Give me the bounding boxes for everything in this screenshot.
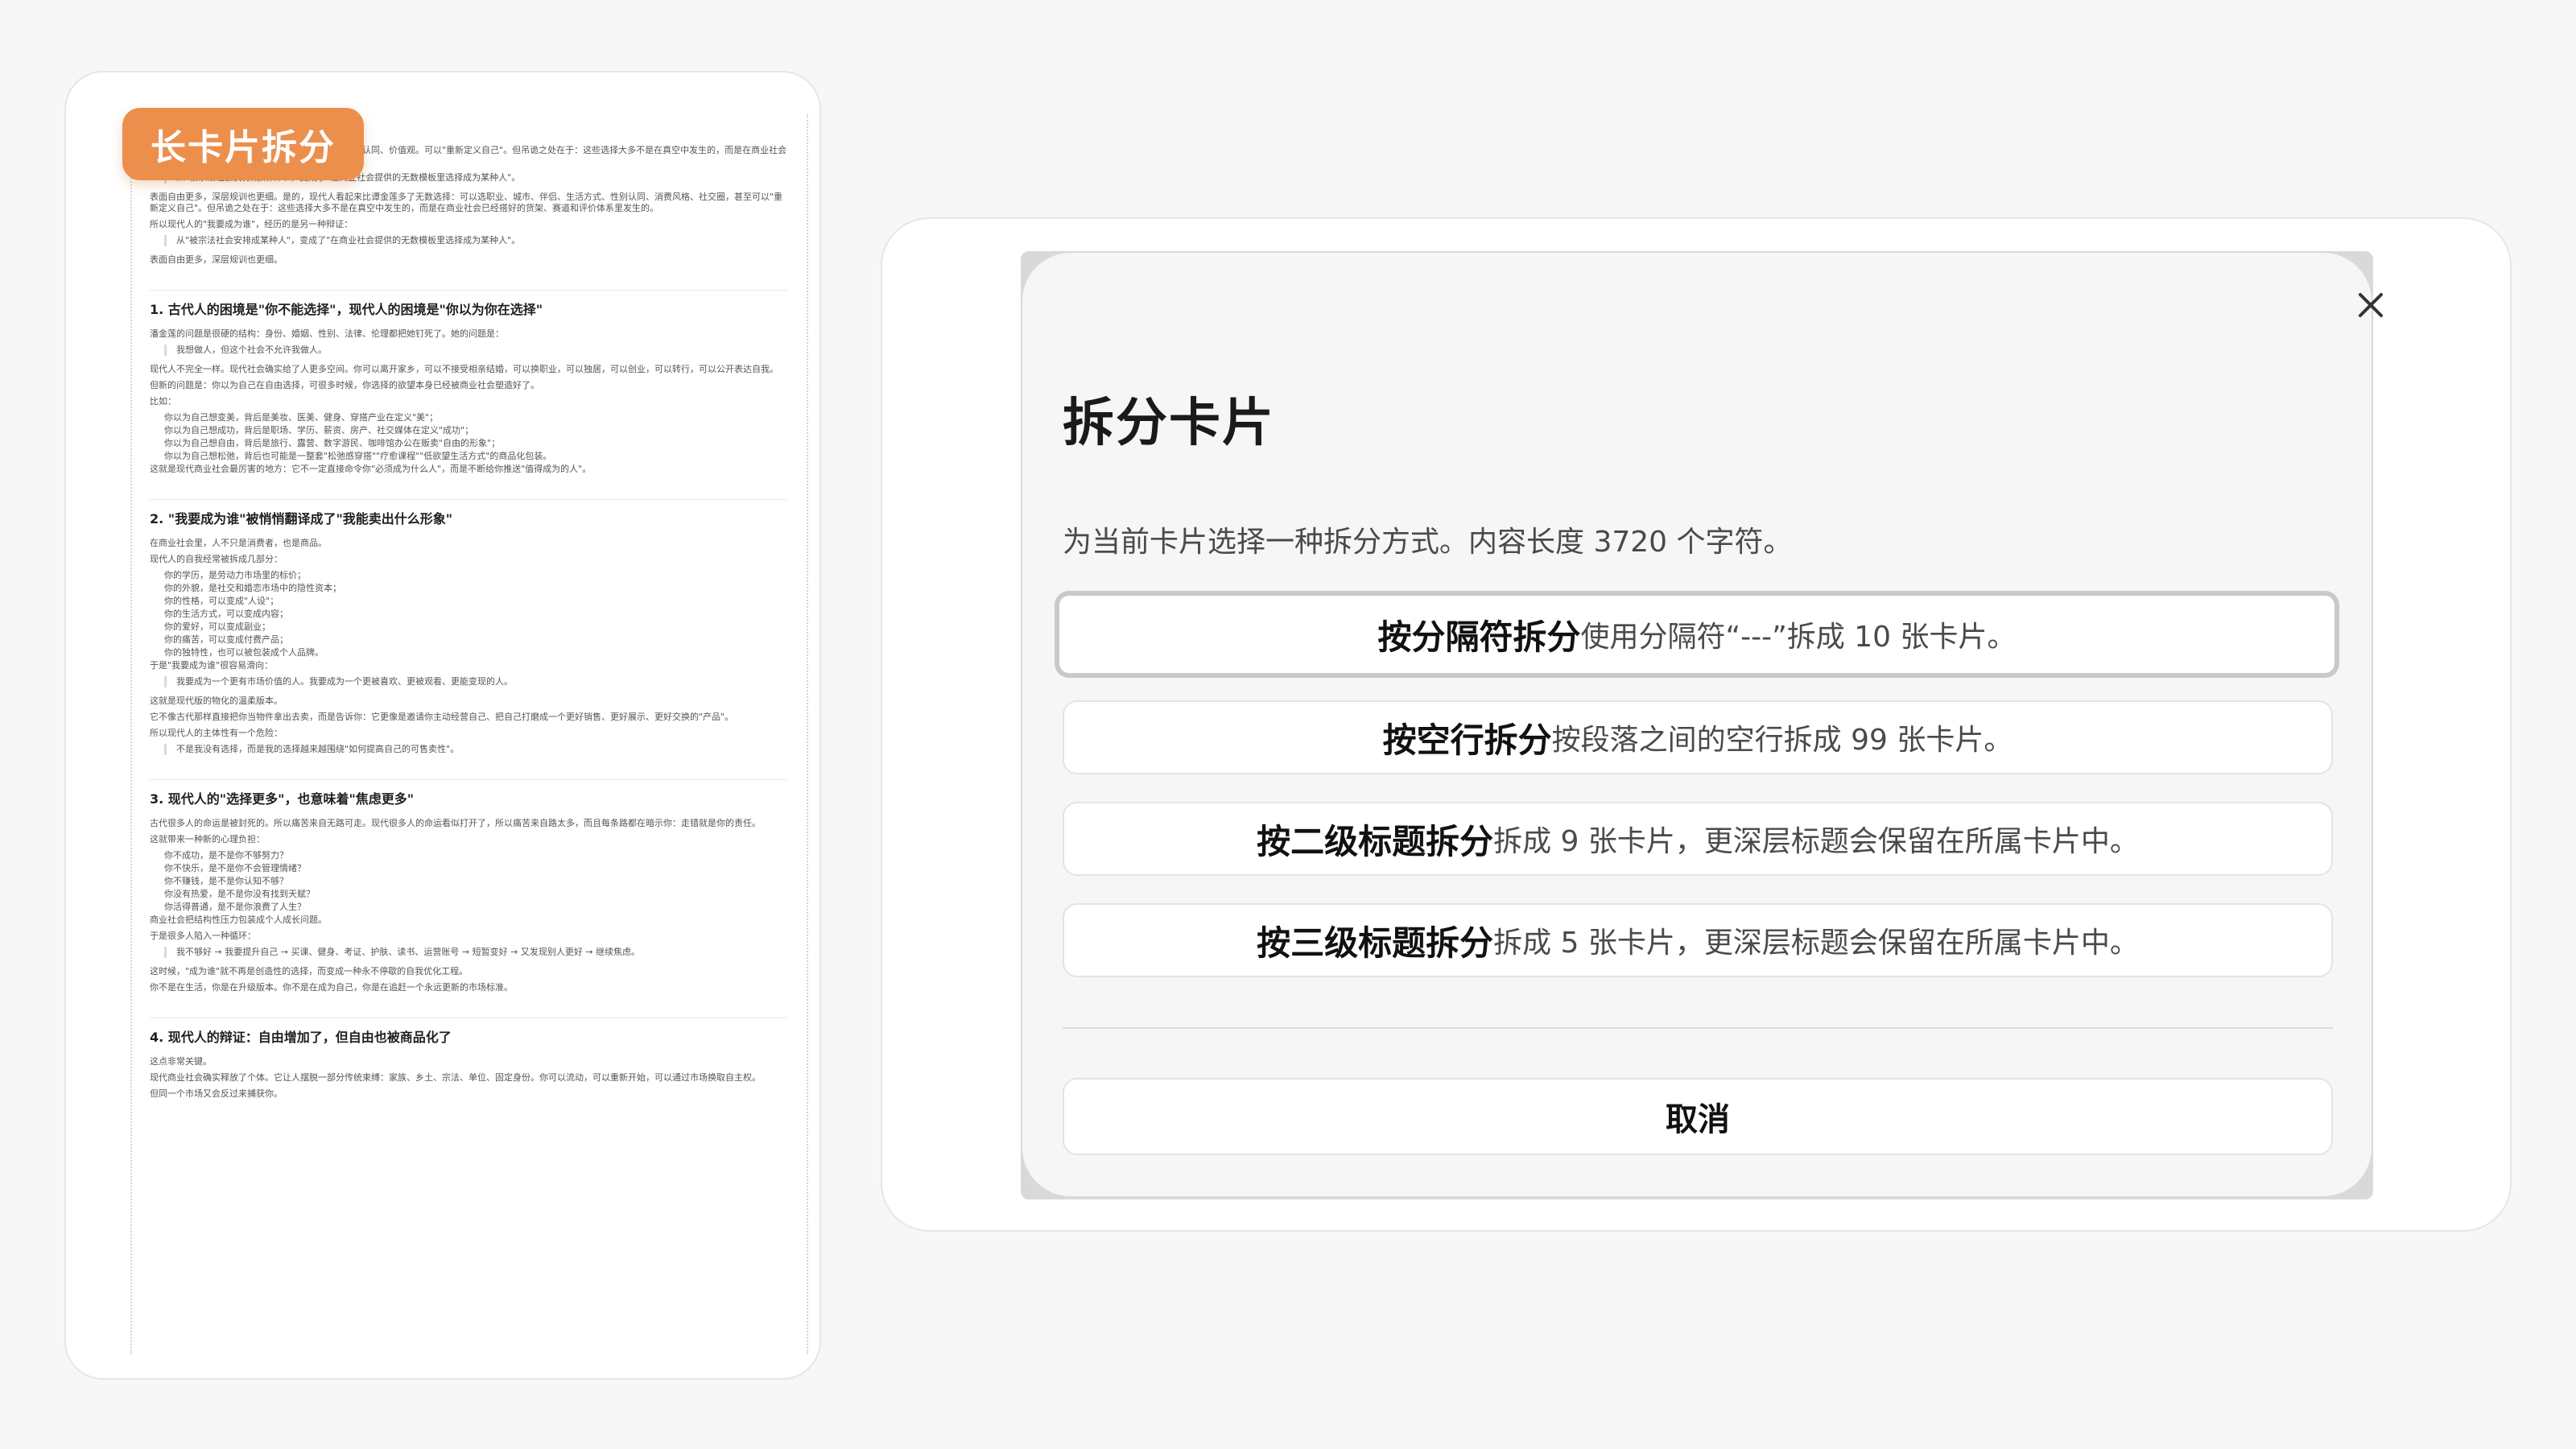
long-card-split-badge: 长卡片拆分 <box>122 108 364 180</box>
doc-list-item: 你以为自己想自由，背后是旅行、露营、数字游民、咖啡馆办公在贩卖"自由的形象"； <box>164 438 501 448</box>
option-label: 按三级标题拆分 <box>1257 923 1494 963</box>
doc-paragraph: 古代很多人的命运是被封死的。所以痛苦来自无路可走。现代很多人的命运看似打开了，所… <box>150 818 761 828</box>
doc-paragraph: 表面自由更多，深层规训也更细。是的，现代人看起来比谭金莲多了无数选择：可以选职业… <box>150 192 783 213</box>
cancel-button[interactable]: 取消 <box>1063 1078 2333 1155</box>
doc-paragraph: 表面自由更多，深层规训也更细。 <box>150 254 283 265</box>
doc-paragraph: 所以现代人的主体性有一个危险： <box>150 728 283 738</box>
split-by-h3-button[interactable]: 按三级标题拆分 拆成 5 张卡片，更深层标题会保留在所属卡片中。 <box>1063 903 2333 977</box>
option-label: 按空行拆分 <box>1382 720 1552 760</box>
doc-paragraph: 所以现代人的"我要成为谁"，经历的是另一种辩证： <box>150 219 353 229</box>
doc-list-item: 你的学历，是劳动力市场里的标价； <box>164 570 306 580</box>
doc-list-item: 你的爱好，可以变成副业； <box>164 621 270 632</box>
doc-heading: 1. 古代人的困境是"你不能选择"，现代人的困境是"你以为你在选择" <box>150 290 787 317</box>
split-card-dialog: 拆分卡片 为当前卡片选择一种拆分方式。内容长度 3720 个字符。 按分隔符拆分… <box>1022 253 2383 1196</box>
doc-paragraph: 这就是现代版的物化的温柔版本。 <box>150 696 283 706</box>
document-preview: 无数选择：可以选职业、城市、伴侣、生活方式、性别认同、价值观。可以"重新定义自己… <box>130 114 808 1354</box>
doc-paragraph: 这就是现代商业社会最厉害的地方：它不一定直接命令你"必须成为什么人"，而是不断给… <box>150 464 592 474</box>
dialog-title: 拆分卡片 <box>1063 394 1275 453</box>
option-hint: 使用分隔符“---”拆成 10 张卡片。 <box>1580 621 2017 654</box>
doc-list-item: 你不快乐，是不是你不会管理情绪？ <box>164 863 306 873</box>
doc-heading: 4. 现代人的辩证：自由增加了，但自由也被商品化了 <box>150 1018 787 1045</box>
doc-quote: 从"被宗法社会安排成某种人"，变成了"在商业社会提供的无数模板里选择成为某种人"… <box>164 235 787 246</box>
doc-paragraph: 这点非常关键。 <box>150 1056 212 1067</box>
doc-paragraph: 在商业社会里，人不只是消费者，也是商品。 <box>150 538 327 548</box>
doc-list-item: 你的生活方式，可以变成内容； <box>164 609 288 619</box>
doc-paragraph: 于是很多人陷入一种循环： <box>150 931 256 941</box>
doc-paragraph: 比如： <box>150 396 176 407</box>
doc-list-item: 你不赚钱，是不是你认知不够？ <box>164 876 288 886</box>
doc-paragraph: 于是"我要成为谁"很容易滑向： <box>150 660 274 671</box>
dialog-divider <box>1063 1027 2333 1029</box>
close-icon <box>2359 293 2383 317</box>
doc-paragraph: 商业社会把结构性压力包装成个人成长问题。 <box>150 914 327 925</box>
doc-list-item: 你的独特性，也可以被包装成个人品牌。 <box>164 647 324 658</box>
dialog-description: 为当前卡片选择一种拆分方式。内容长度 3720 个字符。 <box>1063 526 1793 559</box>
split-by-separator-button[interactable]: 按分隔符拆分 使用分隔符“---”拆成 10 张卡片。 <box>1055 591 2339 678</box>
preview-frame: 无数选择：可以选职业、城市、伴侣、生活方式、性别认同、价值观。可以"重新定义自己… <box>64 71 821 1380</box>
doc-paragraph: 现代商业社会确实释放了个体。它让人摆脱一部分传统束缚：家族、乡土、宗法、单位、固… <box>150 1072 761 1083</box>
doc-list-item: 你的外貌，是社交和婚恋市场中的隐性资本； <box>164 583 341 593</box>
doc-heading: 2. "我要成为谁"被悄悄翻译成了"我能卖出什么形象" <box>150 499 787 526</box>
doc-quote: 我想做人，但这个社会不允许我做人。 <box>164 345 787 356</box>
option-label: 按二级标题拆分 <box>1257 821 1494 861</box>
doc-paragraph: 但同一个市场又会反过来捕获你。 <box>150 1088 283 1099</box>
doc-list-item: 你活得普通，是不是你浪费了人生？ <box>164 902 306 912</box>
split-by-h2-button[interactable]: 按二级标题拆分 拆成 9 张卡片，更深层标题会保留在所属卡片中。 <box>1063 802 2333 876</box>
option-hint: 按段落之间的空行拆成 99 张卡片。 <box>1551 724 2013 757</box>
doc-list-item: 你的痛苦，可以变成付费产品； <box>164 634 288 645</box>
doc-paragraph: 它不像古代那样直接把你当物件拿出去卖，而是告诉你：它更像是邀请你主动经营自己、把… <box>150 712 734 722</box>
doc-list-item: 你不成功，是不是你不够努力？ <box>164 850 288 861</box>
option-hint: 拆成 9 张卡片，更深层标题会保留在所属卡片中。 <box>1493 825 2139 858</box>
split-by-blank-line-button[interactable]: 按空行拆分 按段落之间的空行拆成 99 张卡片。 <box>1063 700 2333 774</box>
doc-quote: 我要成为一个更有市场价值的人。我要成为一个更被喜欢、更被观看、更能变现的人。 <box>164 676 787 687</box>
doc-list-item: 你以为自己想松弛，背后也可能是一整套"松弛感穿搭""疗愈课程""低欲望生活方式"… <box>164 451 552 461</box>
doc-paragraph: 现代人的自我经常被拆成几部分： <box>150 554 283 564</box>
doc-paragraph: 这时候，"成为谁"就不再是创造性的选择，而变成一种永不停歇的自我优化工程。 <box>150 966 469 976</box>
doc-list-item: 你以为自己想成功，背后是职场、学历、薪资、房产、社交媒体在定义"成功"； <box>164 425 474 436</box>
doc-paragraph: 你不是在生活，你是在升级版本。你不是在成为自己，你是在追赶一个永远更新的市场标准… <box>150 982 513 993</box>
doc-paragraph: 但新的问题是：你以为自己在自由选择，可很多时候，你选择的欲望本身已经被商业社会塑… <box>150 380 539 390</box>
doc-heading: 3. 现代人的"选择更多"，也意味着"焦虑更多" <box>150 779 787 807</box>
doc-paragraph: 这就带来一种新的心理负担： <box>150 834 265 844</box>
option-label: 按分隔符拆分 <box>1377 617 1581 657</box>
doc-list-item: 你的性格，可以变成"人设"； <box>164 596 279 606</box>
doc-list-item: 你以为自己想变美，背后是美妆、医美、健身、穿搭产业在定义"美"； <box>164 412 439 423</box>
doc-paragraph: 现代人不完全一样。现代社会确实给了人更多空间。你可以离开家乡，可以不接受相亲结婚… <box>150 364 778 374</box>
option-hint: 拆成 5 张卡片，更深层标题会保留在所属卡片中。 <box>1493 927 2139 960</box>
doc-list-item: 你没有热爱，是不是你没有找到天赋？ <box>164 889 315 899</box>
doc-quote: 不是我没有选择，而是我的选择越来越围绕"如何提高自己的可售卖性"。 <box>164 744 787 755</box>
close-button[interactable] <box>2351 285 2391 325</box>
doc-quote: 我不够好 → 我要提升自己 → 买课、健身、考证、护肤、读书、运营账号 → 短暂… <box>164 947 787 958</box>
doc-paragraph: 潘金莲的问题是很硬的结构：身份、婚姻、性别、法律、伦理都把她钉死了。她的问题是： <box>150 328 504 339</box>
